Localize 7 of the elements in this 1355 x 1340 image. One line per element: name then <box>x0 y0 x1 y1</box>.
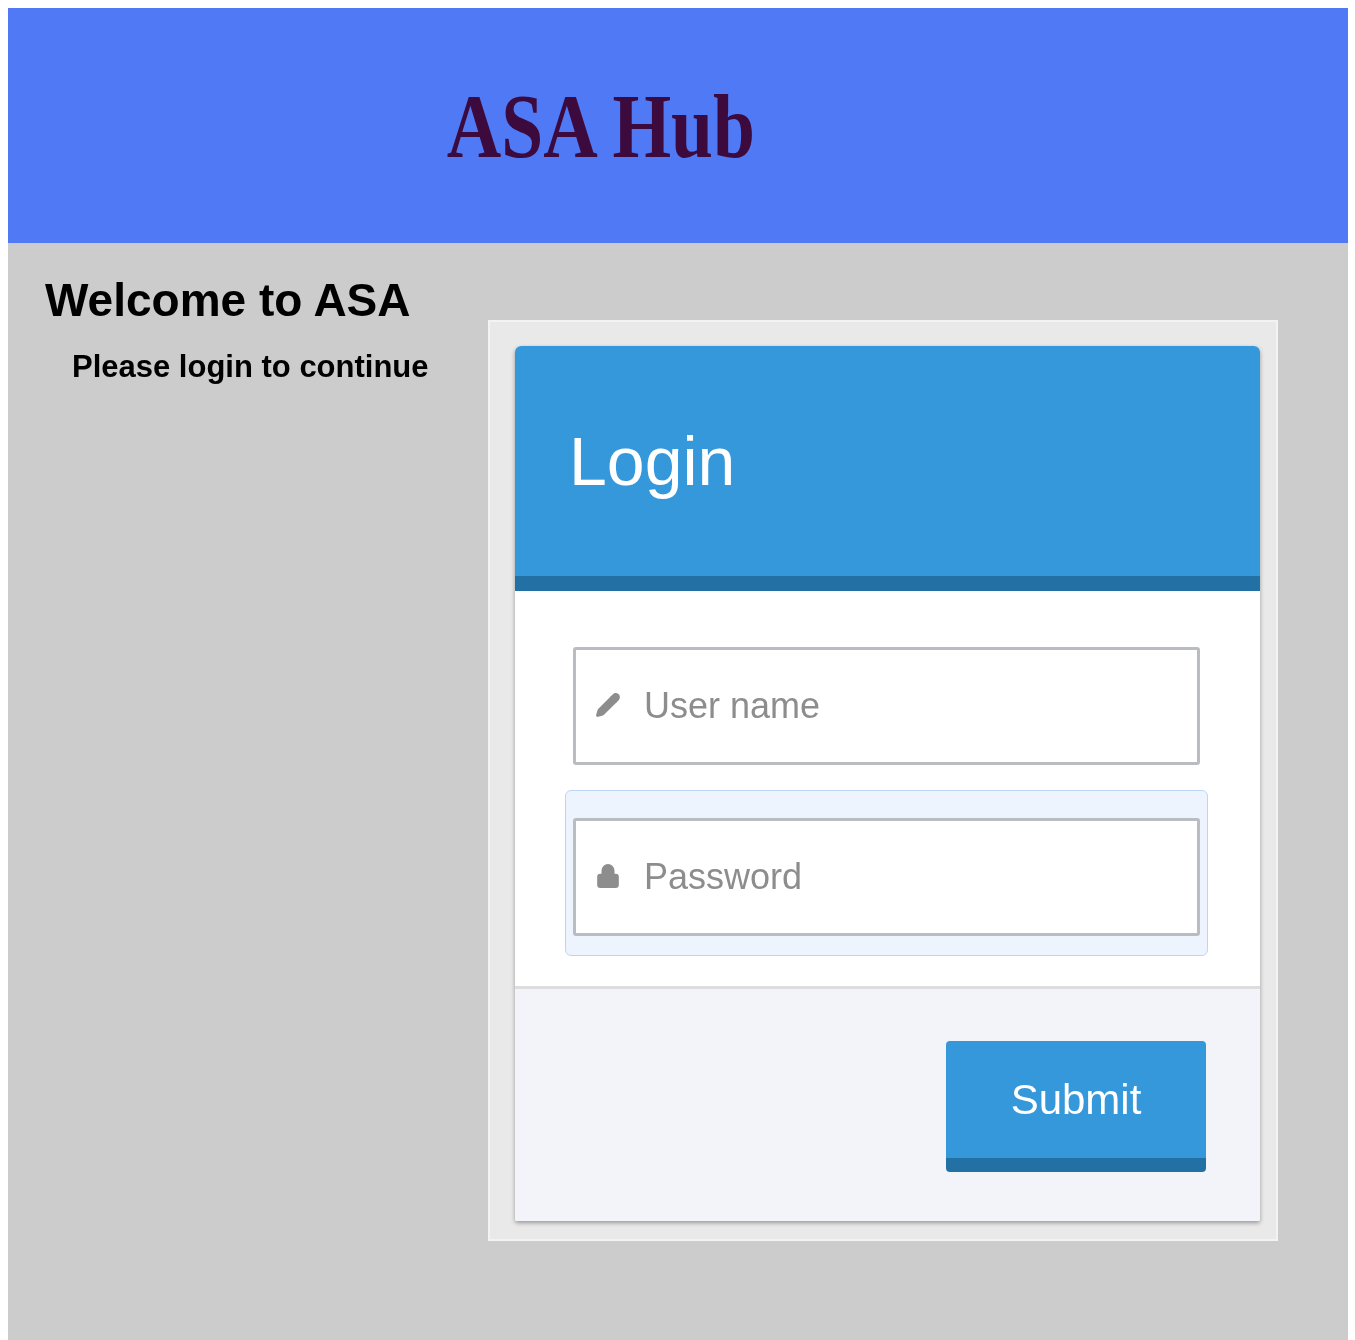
site-title: ASA Hub <box>446 73 755 179</box>
login-title: Login <box>569 422 736 500</box>
submit-button[interactable]: Submit <box>946 1041 1206 1172</box>
welcome-heading: Welcome to ASA <box>45 273 412 327</box>
input-field[interactable]: User name <box>573 647 1200 765</box>
input-field[interactable]: Password <box>573 818 1200 936</box>
welcome-subheading: Please login to continue <box>72 349 430 385</box>
